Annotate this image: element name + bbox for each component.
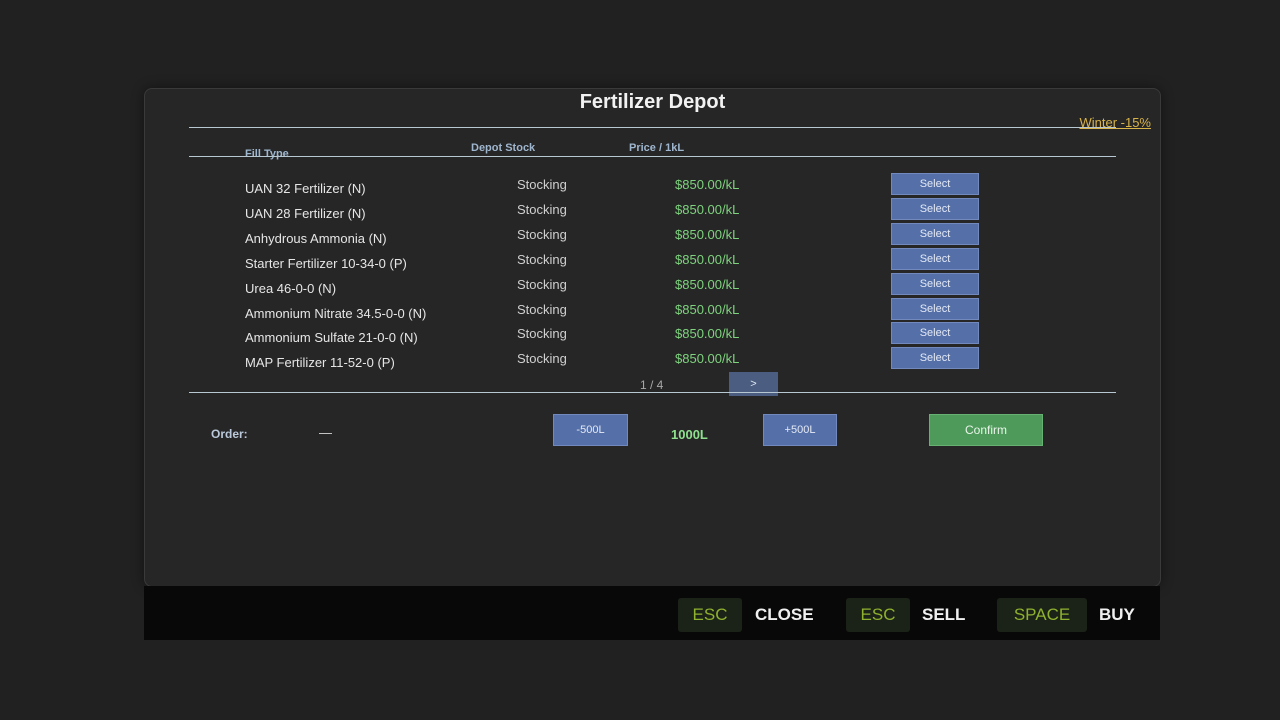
select-button[interactable]: Select (891, 173, 979, 195)
fill-type-name: UAN 28 Fertilizer (N) (245, 205, 366, 221)
price-per-kl: $850.00/kL (675, 276, 740, 292)
select-button[interactable]: Select (891, 247, 979, 270)
price-per-kl: $850.00/kL (675, 351, 740, 367)
fill-type-name: Ammonium Sulfate 21-0-0 (N) (245, 330, 418, 346)
fill-type-name: Anhydrous Ammonia (N) (245, 230, 387, 246)
price-per-kl: $850.00/kL (675, 301, 740, 317)
price-per-kl: $850.00/kL (675, 177, 740, 192)
depot-stock-status: Stocking (517, 301, 567, 317)
table-row: Ammonium Nitrate 34.5-0-0 (N) Stocking $85… (145, 297, 1160, 326)
select-button[interactable]: Select (891, 322, 979, 345)
depot-stock-status: Stocking (517, 351, 567, 367)
depot-stock-status: Stocking (517, 201, 567, 217)
table-row: Ammonium Sulfate 21-0-0 (N) Stocking $850.… (145, 322, 1160, 350)
depot-stock-status: Stocking (517, 251, 567, 267)
page-indicator: 1 / 4 (640, 378, 664, 392)
table-row: UAN 28 Fertilizer (N) Stocking $850.00/kL S… (145, 197, 1160, 226)
table-row: Starter Fertilizer 10-34-0 (P) Stocking $8… (145, 247, 1160, 276)
buy-label[interactable]: BUY (1099, 605, 1135, 625)
table-row: Urea 46-0-0 (N) Stocking $850.00/kL Select (145, 272, 1160, 301)
price-per-kl: $850.00/kL (675, 226, 740, 242)
sell-label[interactable]: SELL (922, 605, 965, 625)
table-row: Anhydrous Ammonia (N) Stocking $850.00/kL S… (145, 222, 1160, 251)
depot-stock-status: Stocking (517, 326, 567, 342)
column-header-price: Price / 1kL (629, 142, 685, 154)
close-key-hint[interactable]: ESC (678, 598, 742, 632)
fill-type-name: MAP Fertilizer 11-52-0 (P) (245, 355, 395, 371)
depot-dialog: Fertilizer Depot Winter -15% Fill Type D… (144, 88, 1161, 587)
table-row: UAN 32 Fertilizer (N) Stocking $850.00/kL S… (145, 173, 1160, 201)
dialog-title: Fertilizer Depot (579, 91, 726, 113)
fill-type-name: Starter Fertilizer 10-34-0 (P) (245, 255, 407, 271)
table-bottom-divider (189, 392, 1116, 393)
fill-type-name: Urea 46-0-0 (N) (245, 280, 337, 296)
column-header-fill-type: Fill Type (245, 148, 289, 160)
confirm-button[interactable]: Confirm (929, 414, 1043, 446)
table-row: MAP Fertilizer 11-52-0 (P) Stocking $850.0… (145, 347, 1160, 375)
order-label: Order: (211, 427, 248, 441)
column-header-depot-stock: Depot Stock (471, 142, 536, 154)
increase-quantity-button[interactable]: +500L (763, 414, 837, 446)
decrease-quantity-button[interactable]: -500L (553, 414, 628, 446)
select-button[interactable]: Select (891, 347, 979, 370)
select-button[interactable]: Select (891, 272, 979, 295)
key-hint-bar: ESC CLOSE ESC SELL SPACE BUY (144, 586, 1160, 640)
fill-type-name: UAN 32 Fertilizer (N) (245, 181, 366, 196)
order-quantity: 1000L (671, 427, 708, 442)
close-label[interactable]: CLOSE (755, 605, 814, 625)
sell-key-hint[interactable]: ESC (846, 598, 910, 632)
title-divider (189, 127, 1116, 128)
buy-key-hint[interactable]: SPACE (997, 598, 1087, 632)
price-per-kl: $850.00/kL (675, 326, 740, 342)
price-per-kl: $850.00/kL (675, 201, 740, 217)
price-per-kl: $850.00/kL (675, 251, 740, 267)
select-button[interactable]: Select (891, 197, 979, 220)
order-value: — (319, 425, 332, 440)
depot-stock-status: Stocking (517, 177, 567, 192)
select-button[interactable]: Select (891, 222, 979, 245)
depot-stock-status: Stocking (517, 276, 567, 292)
select-button[interactable]: Select (891, 297, 979, 320)
header-divider (189, 156, 1116, 157)
fill-type-name: Ammonium Nitrate 34.5-0-0 (N) (245, 305, 427, 321)
depot-stock-status: Stocking (517, 226, 567, 242)
